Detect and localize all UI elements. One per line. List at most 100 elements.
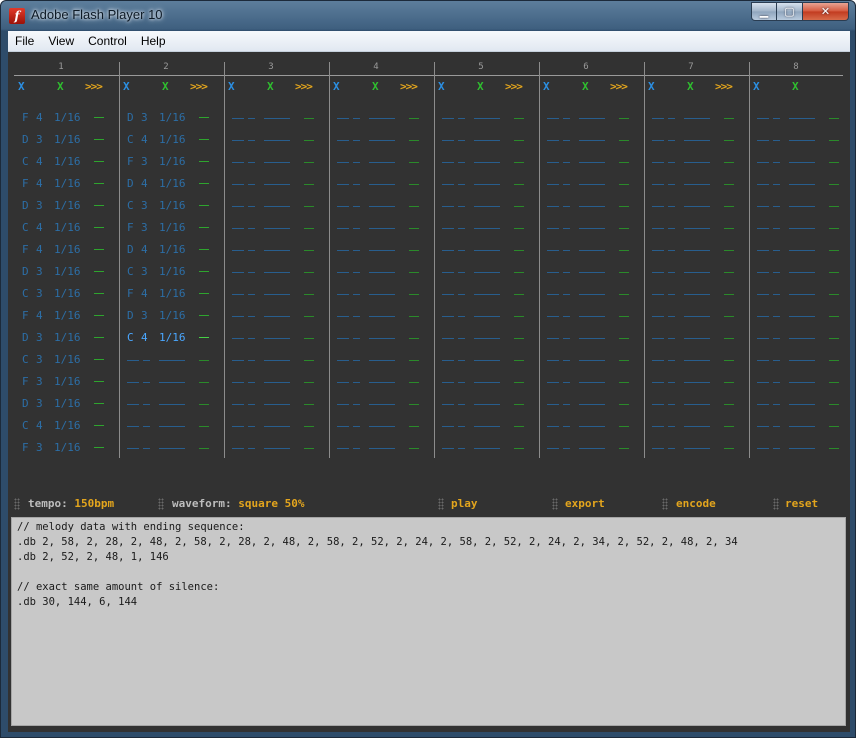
note-length[interactable]: 1/16 [159, 177, 186, 190]
menu-control[interactable]: Control [81, 31, 134, 51]
note-pitch[interactable]: C [127, 331, 134, 344]
empty-pitch-slot[interactable] [547, 184, 559, 185]
empty-octave-slot[interactable] [668, 272, 675, 273]
note-octave[interactable]: 3 [141, 265, 148, 278]
note-pitch[interactable]: F [22, 441, 29, 454]
empty-octave-slot[interactable] [458, 448, 465, 449]
empty-octave-slot[interactable] [353, 228, 360, 229]
channel-delete-button[interactable]: X [438, 80, 445, 93]
empty-pitch-slot[interactable] [337, 316, 349, 317]
empty-length-slot[interactable] [369, 162, 395, 163]
empty-length-slot[interactable] [159, 426, 185, 427]
empty-octave-slot[interactable] [353, 338, 360, 339]
empty-length-slot[interactable] [159, 382, 185, 383]
empty-length-slot[interactable] [579, 294, 605, 295]
empty-pitch-slot[interactable] [232, 360, 244, 361]
empty-octave-slot[interactable] [668, 448, 675, 449]
empty-length-slot[interactable] [789, 250, 815, 251]
empty-pitch-slot[interactable] [442, 404, 454, 405]
note-octave[interactable]: 3 [36, 199, 43, 212]
empty-length-slot[interactable] [369, 360, 395, 361]
empty-length-slot[interactable] [684, 118, 710, 119]
note-octave[interactable]: 3 [141, 199, 148, 212]
empty-octave-slot[interactable] [773, 404, 780, 405]
empty-pitch-slot[interactable] [442, 272, 454, 273]
empty-pitch-slot[interactable] [547, 206, 559, 207]
empty-octave-slot[interactable] [353, 140, 360, 141]
channel-mute-button[interactable]: X [477, 80, 484, 93]
empty-length-slot[interactable] [789, 118, 815, 119]
empty-length-slot[interactable] [579, 250, 605, 251]
empty-octave-slot[interactable] [248, 338, 255, 339]
empty-pitch-slot[interactable] [232, 184, 244, 185]
empty-length-slot[interactable] [789, 382, 815, 383]
empty-pitch-slot[interactable] [127, 382, 139, 383]
note-pitch[interactable]: F [127, 221, 134, 234]
empty-octave-slot[interactable] [563, 294, 570, 295]
empty-length-slot[interactable] [579, 338, 605, 339]
empty-pitch-slot[interactable] [757, 294, 769, 295]
empty-length-slot[interactable] [579, 382, 605, 383]
empty-octave-slot[interactable] [773, 316, 780, 317]
empty-pitch-slot[interactable] [127, 426, 139, 427]
empty-length-slot[interactable] [579, 426, 605, 427]
note-pitch[interactable]: D [127, 177, 134, 190]
empty-length-slot[interactable] [684, 448, 710, 449]
empty-pitch-slot[interactable] [652, 448, 664, 449]
note-octave[interactable]: 4 [141, 133, 148, 146]
empty-pitch-slot[interactable] [757, 426, 769, 427]
empty-length-slot[interactable] [789, 206, 815, 207]
empty-pitch-slot[interactable] [337, 338, 349, 339]
empty-length-slot[interactable] [369, 448, 395, 449]
note-length[interactable]: 1/16 [54, 133, 81, 146]
empty-pitch-slot[interactable] [547, 360, 559, 361]
empty-octave-slot[interactable] [458, 316, 465, 317]
empty-length-slot[interactable] [579, 448, 605, 449]
empty-pitch-slot[interactable] [757, 118, 769, 119]
note-pitch[interactable]: C [22, 353, 29, 366]
empty-pitch-slot[interactable] [337, 184, 349, 185]
empty-octave-slot[interactable] [563, 272, 570, 273]
empty-length-slot[interactable] [579, 272, 605, 273]
empty-octave-slot[interactable] [668, 140, 675, 141]
empty-octave-slot[interactable] [773, 140, 780, 141]
note-pitch[interactable]: C [127, 199, 134, 212]
empty-octave-slot[interactable] [248, 316, 255, 317]
empty-length-slot[interactable] [474, 140, 500, 141]
empty-octave-slot[interactable] [668, 382, 675, 383]
empty-octave-slot[interactable] [773, 360, 780, 361]
empty-pitch-slot[interactable] [547, 404, 559, 405]
empty-length-slot[interactable] [579, 360, 605, 361]
note-length[interactable]: 1/16 [159, 111, 186, 124]
empty-octave-slot[interactable] [248, 162, 255, 163]
channel-next-button[interactable]: >>> [715, 80, 733, 93]
empty-pitch-slot[interactable] [232, 162, 244, 163]
empty-pitch-slot[interactable] [232, 404, 244, 405]
empty-pitch-slot[interactable] [337, 294, 349, 295]
close-button[interactable]: ✕ [803, 2, 849, 21]
empty-octave-slot[interactable] [773, 228, 780, 229]
note-length[interactable]: 1/16 [54, 287, 81, 300]
empty-length-slot[interactable] [789, 338, 815, 339]
note-length[interactable]: 1/16 [54, 353, 81, 366]
empty-octave-slot[interactable] [773, 448, 780, 449]
empty-octave-slot[interactable] [248, 272, 255, 273]
note-pitch[interactable]: C [127, 265, 134, 278]
empty-pitch-slot[interactable] [652, 404, 664, 405]
empty-length-slot[interactable] [684, 162, 710, 163]
empty-octave-slot[interactable] [248, 206, 255, 207]
empty-pitch-slot[interactable] [652, 162, 664, 163]
channel-delete-button[interactable]: X [228, 80, 235, 93]
empty-length-slot[interactable] [369, 228, 395, 229]
empty-pitch-slot[interactable] [337, 118, 349, 119]
note-length[interactable]: 1/16 [159, 265, 186, 278]
empty-pitch-slot[interactable] [442, 206, 454, 207]
note-octave[interactable]: 3 [36, 265, 43, 278]
note-pitch[interactable]: F [127, 155, 134, 168]
empty-length-slot[interactable] [264, 316, 290, 317]
note-octave[interactable]: 4 [36, 111, 43, 124]
title-bar[interactable]: f Adobe Flash Player 10 ▁ ▢ ✕ [1, 1, 855, 31]
empty-length-slot[interactable] [369, 184, 395, 185]
empty-pitch-slot[interactable] [547, 338, 559, 339]
note-octave[interactable]: 3 [141, 155, 148, 168]
